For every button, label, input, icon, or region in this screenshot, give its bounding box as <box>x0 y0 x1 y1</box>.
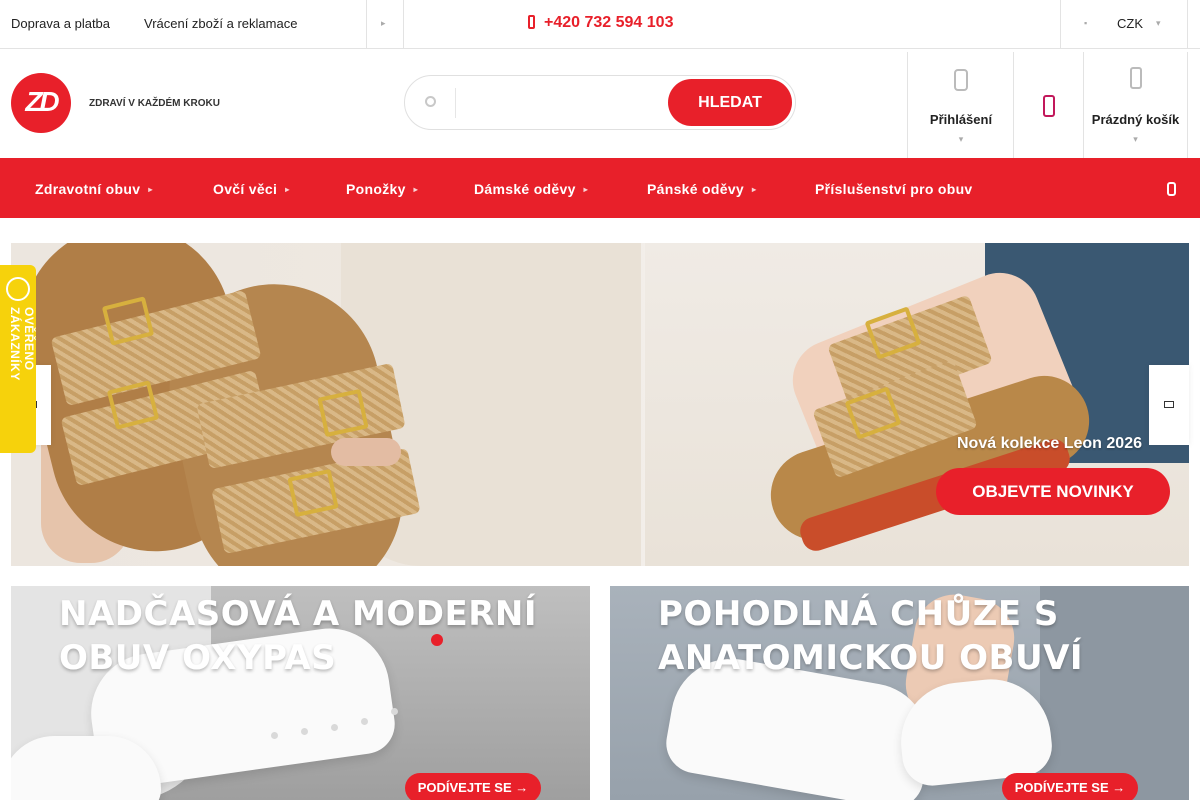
nav-item-panske-odevy[interactable]: Pánské oděvy ▸ <box>647 181 756 197</box>
banner-heading: POHODLNÁ CHŮZE S ANATOMICKOU OBUVÍ <box>658 592 1083 680</box>
arrow-right-icon: → <box>515 780 529 795</box>
arrow-right-icon: → <box>1112 780 1126 795</box>
banner-heading-line: NADČASOVÁ A MODERNÍ <box>59 594 538 634</box>
phone-contact[interactable]: +420 732 594 103 <box>528 14 673 32</box>
verified-by-customers-badge[interactable]: OVĚŘENO ZÁKAZNÍKY <box>0 265 36 453</box>
chevron-down-icon: ▸ <box>285 185 290 194</box>
chevron-down-icon: ▸ <box>148 185 153 194</box>
hero-image-fingers <box>331 438 401 466</box>
nav-item-label: Příslušenství pro obuv <box>815 181 973 197</box>
chevron-down-icon: ▾ <box>1156 18 1161 28</box>
logo-mark: ZD <box>25 86 59 117</box>
search-input[interactable] <box>461 86 665 120</box>
cart-icon <box>1129 67 1142 89</box>
heart-icon <box>1043 95 1055 117</box>
chevron-right-icon <box>1164 401 1174 408</box>
banner-heading-line: OBUV OXYPAS <box>59 638 337 678</box>
seal-icon <box>6 277 30 301</box>
banner-image-hole <box>301 728 308 735</box>
badge-text-wrap: OVĚŘENO ZÁKAZNÍKY <box>0 307 36 567</box>
search-box: HLEDAT <box>404 75 796 130</box>
divider <box>1187 0 1188 48</box>
returns-link[interactable]: Vrácení zboží a reklamace <box>144 16 297 31</box>
currency-selector[interactable]: CZK <box>1117 16 1143 31</box>
hero-cta-button[interactable]: OBJEVTE NOVINKY <box>936 468 1170 515</box>
search-button[interactable]: HLEDAT <box>668 79 792 126</box>
chevron-down-icon: ▸ <box>752 185 757 194</box>
logo[interactable]: ZD <box>11 73 71 133</box>
nav-item-damske-odevy[interactable]: Dámské oděvy ▸ <box>474 181 588 197</box>
site-header: ZD ZDRAVÍ V KAŽDÉM KROKU HLEDAT Přihláše… <box>0 49 1200 158</box>
chevron-down-icon: ▸ <box>583 185 588 194</box>
favorites-button[interactable] <box>1013 52 1084 158</box>
promo-banner-oxypas[interactable]: NADČASOVÁ A MODERNÍ OBUV OXYPAS PODÍVEJTE… <box>11 586 590 800</box>
divider <box>366 0 367 48</box>
login-button[interactable]: Přihlášení ▾ <box>907 52 1014 158</box>
tagline: ZDRAVÍ V KAŽDÉM KROKU <box>89 98 220 109</box>
banner-image-hole <box>391 708 398 715</box>
banner-image-hole <box>331 724 338 731</box>
badge-text: OVĚŘENO ZÁKAZNÍKY <box>8 307 36 381</box>
banner-cta-button[interactable]: PODÍVEJTE SE → <box>1002 773 1138 800</box>
user-icon <box>954 69 968 91</box>
banner-heading: NADČASOVÁ A MODERNÍ OBUV OXYPAS <box>59 592 537 680</box>
main-navigation: Zdravotní obuv ▸ Ovčí věci ▸ Ponožky ▸ Dáms… <box>0 158 1200 218</box>
nav-item-label: Ponožky <box>346 181 406 197</box>
nav-item-label: Ovčí věci <box>213 181 278 197</box>
nav-item-label: Pánské oděvy <box>647 181 744 197</box>
cart-label: Prázdný košík <box>1091 112 1180 127</box>
top-bar: Doprava a platba Vrácení zboží a reklama… <box>0 0 1200 49</box>
nav-item-prislusenstvi[interactable]: Příslušenství pro obuv <box>815 181 973 197</box>
nav-item-label: Zdravotní obuv <box>35 181 141 197</box>
divider <box>1060 0 1061 48</box>
banner-heading-line: ANATOMICKOU OBUVÍ <box>658 638 1084 678</box>
chevron-down-icon: ▸ <box>413 185 418 194</box>
chevron-down-icon: ▾ <box>958 134 964 144</box>
login-label: Přihlášení <box>929 112 993 127</box>
nav-item-zdravotni-obuv[interactable]: Zdravotní obuv ▸ <box>35 181 153 197</box>
promo-banner-anatomic[interactable]: POHODLNÁ CHŮZE S ANATOMICKOU OBUVÍ PODÍVE… <box>610 586 1189 800</box>
search-icon <box>425 96 436 107</box>
carousel-next-button[interactable] <box>1149 365 1189 445</box>
banner-image-clog <box>11 736 161 800</box>
hero-image-right <box>645 243 1189 566</box>
shipping-payment-link[interactable]: Doprava a platba <box>11 16 110 31</box>
more-links-chevron-icon[interactable]: ▸ <box>381 18 386 29</box>
cart-button[interactable]: Prázdný košík ▾ <box>1083 52 1188 158</box>
banner-heading-line: POHODLNÁ CHŮZE S <box>658 594 1059 634</box>
banner-cta-button[interactable]: PODÍVEJTE SE → <box>405 773 541 800</box>
hero-carousel[interactable]: Nová kolekce Leon 2026 OBJEVTE NOVINKY <box>11 243 1189 566</box>
banner-image-hole <box>361 718 368 725</box>
phone-number: +420 732 594 103 <box>544 14 674 31</box>
banner-cta-label: PODÍVEJTE SE <box>417 780 512 795</box>
hero-promo-text: Nová kolekce Leon 2026 <box>957 435 1142 452</box>
search-divider <box>455 88 456 118</box>
nav-search-icon[interactable] <box>1167 182 1176 196</box>
chevron-down-icon: ▾ <box>1133 134 1138 144</box>
divider <box>403 0 404 48</box>
phone-icon <box>528 15 535 29</box>
nav-item-label: Dámské oděvy <box>474 181 576 197</box>
nav-item-ovci-veci[interactable]: Ovčí věci ▸ <box>213 181 290 197</box>
banner-cta-label: PODÍVEJTE SE <box>1014 780 1109 795</box>
nav-item-ponozky[interactable]: Ponožky ▸ <box>346 181 418 197</box>
currency-icon: ▪ <box>1084 18 1088 28</box>
banner-image-hole <box>271 732 278 739</box>
